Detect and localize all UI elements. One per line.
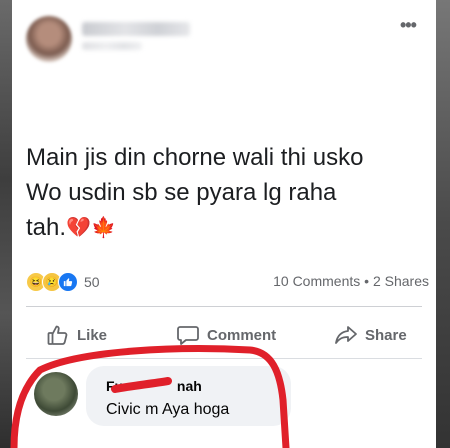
post-text-line-3-text: tah. xyxy=(26,214,67,241)
reaction-count: 50 xyxy=(84,274,100,290)
stats-separator: • xyxy=(364,273,370,289)
commenter-name[interactable]: Fu nah xyxy=(106,378,202,394)
like-button[interactable]: Like xyxy=(46,320,107,350)
maple-leaf-emoji: 🍁 xyxy=(90,217,116,240)
post-meta-blurred xyxy=(82,42,142,50)
share-label: Share xyxy=(365,326,407,344)
shares-count-link[interactable]: 2 Shares xyxy=(373,273,429,289)
divider xyxy=(26,306,422,307)
post-text: Main jis din chorne wali thi usko Wo usd… xyxy=(26,140,431,246)
commenter-name-last: nah xyxy=(176,378,202,394)
comment-bubble-icon xyxy=(177,326,199,345)
more-options-icon[interactable]: ••• xyxy=(400,16,417,34)
background-right-edge xyxy=(436,0,450,448)
post-text-line-3: tah.💔🍁 xyxy=(26,210,431,246)
post-stats: 10 Comments • 2 Shares xyxy=(273,273,429,289)
like-icon xyxy=(58,272,78,292)
share-arrow-icon xyxy=(335,326,357,344)
commenter-avatar[interactable] xyxy=(34,372,78,416)
comment-bubble: Fu nah Civic m Aya hoga xyxy=(86,366,291,426)
action-bar: Like Comment Share xyxy=(12,320,436,350)
post-card: ••• Main jis din chorne wali thi usko Wo… xyxy=(12,0,436,448)
author-name-blurred[interactable] xyxy=(82,22,190,36)
comments-count-link[interactable]: 10 Comments xyxy=(273,273,360,289)
background-left-edge xyxy=(0,0,12,448)
post-text-line-2: Wo usdin sb se pyara lg raha xyxy=(26,179,337,206)
reactions-summary[interactable]: 😆 😢 50 xyxy=(26,271,100,293)
post-text-line-1: Main jis din chorne wali thi usko xyxy=(26,144,364,171)
comment-label: Comment xyxy=(207,326,277,344)
like-label: Like xyxy=(77,326,108,344)
thumbs-up-icon xyxy=(47,325,68,345)
broken-heart-emoji: 💔 xyxy=(66,217,91,240)
share-button[interactable]: Share xyxy=(334,320,407,350)
comment-button[interactable]: Comment xyxy=(176,320,276,350)
commenter-name-first: Fu xyxy=(106,378,124,394)
author-avatar[interactable] xyxy=(26,16,72,62)
divider xyxy=(26,358,422,359)
comment-text: Civic m Aya hoga xyxy=(106,401,230,418)
